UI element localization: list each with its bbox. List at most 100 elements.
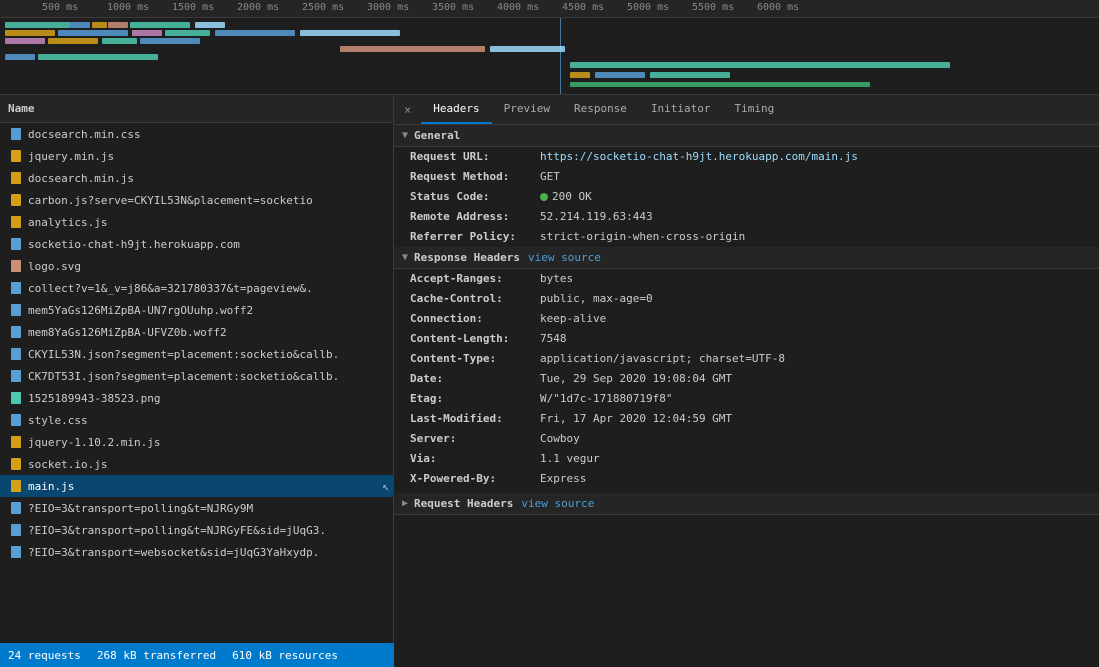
file-name: ?EIO=3&transport=websocket&sid=jUqG3YaHx… (28, 546, 319, 559)
tab-preview[interactable]: Preview (492, 95, 562, 124)
transferred-size: 268 kB transferred (97, 649, 216, 662)
section-toggle-icon: ▼ (402, 252, 408, 263)
tab-response[interactable]: Response (562, 95, 639, 124)
list-item[interactable]: docsearch.min.css (0, 123, 393, 145)
list-item[interactable]: ?EIO=3&transport=polling&t=NJRGyFE&sid=j… (0, 519, 393, 541)
header-key: Connection: (410, 312, 540, 326)
file-type-icon (8, 523, 24, 537)
file-type-icon (8, 347, 24, 361)
tab-timing[interactable]: Timing (723, 95, 787, 124)
list-item[interactable]: jquery.min.js (0, 145, 393, 167)
file-name: socketio-chat-h9jt.herokuapp.com (28, 238, 240, 251)
file-type-icon (8, 193, 24, 207)
list-item[interactable]: CK7DT53I.json?segment=placement:socketio… (0, 365, 393, 387)
ruler-label: 500 ms (42, 2, 78, 13)
ruler-label: 5000 ms (627, 2, 669, 13)
file-name: carbon.js?serve=CKYIL53N&placement=socke… (28, 194, 313, 207)
header-value: Express (540, 472, 1083, 486)
timeline-bars (0, 18, 1099, 95)
tl-bar (70, 22, 90, 28)
file-name: mem8YaGs126MiZpBA-UFVZ0b.woff2 (28, 326, 227, 339)
file-type-icon (8, 281, 24, 295)
section-toggle-icon: ▶ (402, 498, 408, 509)
list-item[interactable]: socket.io.js (0, 453, 393, 475)
timeline-area: 500 ms 1000 ms 1500 ms 2000 ms 2500 ms 3… (0, 0, 1099, 95)
header-row-status: Status Code: 200 OK (394, 187, 1099, 207)
header-value: application/javascript; charset=UTF-8 (540, 352, 1083, 366)
file-name: ?EIO=3&transport=polling&t=NJRGy9M (28, 502, 253, 515)
response-section-header[interactable]: ▼ Response Headers view source (394, 247, 1099, 269)
tl-bar (132, 30, 162, 36)
list-item[interactable]: docsearch.min.js (0, 167, 393, 189)
list-item[interactable]: analytics.js (0, 211, 393, 233)
tl-bar (5, 38, 45, 44)
list-item[interactable]: carbon.js?serve=CKYIL53N&placement=socke… (0, 189, 393, 211)
header-key: Content-Length: (410, 332, 540, 346)
list-item[interactable]: ?EIO=3&transport=polling&t=NJRGy9M (0, 497, 393, 519)
header-key: X-Powered-By: (410, 472, 540, 486)
general-section-header[interactable]: ▼ General (394, 125, 1099, 147)
file-name: 1525189943-38523.png (28, 392, 160, 405)
list-item[interactable]: jquery-1.10.2.min.js (0, 431, 393, 453)
ruler-label: 2000 ms (237, 2, 279, 13)
header-key: Accept-Ranges: (410, 272, 540, 286)
file-name: docsearch.min.js (28, 172, 134, 185)
tab-headers[interactable]: Headers (421, 95, 491, 124)
tl-bar (5, 30, 55, 36)
list-item[interactable]: 1525189943-38523.png (0, 387, 393, 409)
list-item[interactable]: style.css (0, 409, 393, 431)
header-row-method: Request Method: GET (394, 167, 1099, 187)
file-type-icon (8, 435, 24, 449)
list-item[interactable]: mem5YaGs126MiZpBA-UN7rgOUuhp.woff2 (0, 299, 393, 321)
header-key: Date: (410, 372, 540, 386)
tl-bar (650, 72, 730, 78)
file-type-icon (8, 413, 24, 427)
file-type-icon (8, 501, 24, 515)
ruler-label: 5500 ms (692, 2, 734, 13)
file-type-icon (8, 149, 24, 163)
header-value-referrer: strict-origin-when-cross-origin (540, 230, 1083, 244)
header-key: Content-Type: (410, 352, 540, 366)
ruler-label: 4500 ms (562, 2, 604, 13)
list-item[interactable]: CKYIL53N.json?segment=placement:socketio… (0, 343, 393, 365)
general-section-label: General (414, 129, 460, 142)
file-list-panel: Name docsearch.min.css jquery.min.js doc… (0, 95, 394, 643)
header-value: W/"1d7c-171880719f8" (540, 392, 1083, 406)
section-toggle-icon: ▼ (402, 130, 408, 141)
header-key: Via: (410, 452, 540, 466)
header-value-method: GET (540, 170, 1083, 184)
header-key: Status Code: (410, 190, 540, 204)
request-view-source-link[interactable]: view source (521, 497, 594, 510)
header-row: Via: 1.1 vegur (394, 449, 1099, 469)
file-type-icon (8, 303, 24, 317)
tl-bar (570, 82, 870, 87)
tl-bar (340, 46, 485, 52)
header-row: Connection: keep-alive (394, 309, 1099, 329)
tl-bar (195, 22, 225, 28)
file-name: logo.svg (28, 260, 81, 273)
request-count: 24 requests (8, 649, 81, 662)
header-key: Remote Address: (410, 210, 540, 224)
file-type-icon (8, 325, 24, 339)
view-source-link[interactable]: view source (528, 251, 601, 264)
header-row: Cache-Control: public, max-age=0 (394, 289, 1099, 309)
tab-initiator[interactable]: Initiator (639, 95, 723, 124)
list-item[interactable]: ?EIO=3&transport=websocket&sid=jUqG3YaHx… (0, 541, 393, 563)
header-value: 1.1 vegur (540, 452, 1083, 466)
tl-bar (130, 22, 190, 28)
ruler-label: 1500 ms (172, 2, 214, 13)
list-item[interactable]: logo.svg (0, 255, 393, 277)
list-item-selected[interactable]: main.js ↖ (0, 475, 393, 497)
ruler-label: 3000 ms (367, 2, 409, 13)
list-item[interactable]: mem8YaGs126MiZpBA-UFVZ0b.woff2 (0, 321, 393, 343)
list-item[interactable]: collect?v=1&_v=j86&a=321780337&t=pagevie… (0, 277, 393, 299)
list-item[interactable]: socketio-chat-h9jt.herokuapp.com (0, 233, 393, 255)
header-key: Etag: (410, 392, 540, 406)
response-section-label: Response Headers (414, 251, 520, 264)
file-name: style.css (28, 414, 88, 427)
timeline-ruler: 500 ms 1000 ms 1500 ms 2000 ms 2500 ms 3… (0, 0, 1099, 18)
tab-close-button[interactable]: × (398, 101, 417, 119)
file-list-title: Name (8, 102, 35, 115)
file-list-header: Name (0, 95, 393, 123)
request-section-header[interactable]: ▶ Request Headers view source (394, 493, 1099, 515)
